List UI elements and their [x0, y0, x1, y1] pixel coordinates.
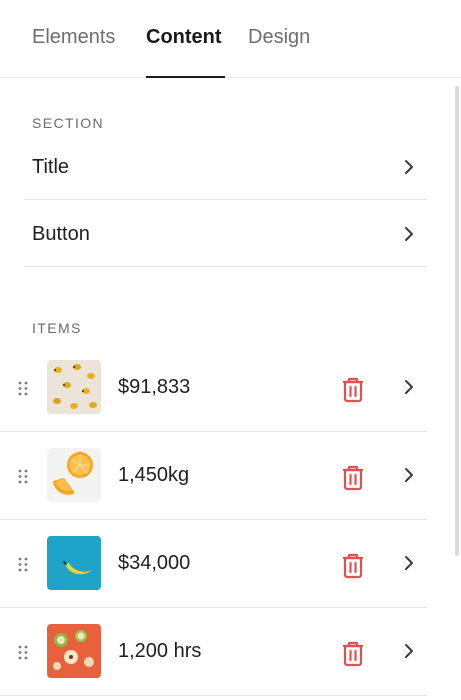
section-row-label: Button — [32, 223, 90, 245]
item-row[interactable]: 1,450kg — [0, 432, 427, 520]
item-value: $34,000 — [118, 552, 191, 574]
trash-icon[interactable] — [341, 553, 365, 579]
chevron-right-icon — [405, 160, 413, 174]
item-row[interactable]: 1,200 hrs — [0, 608, 427, 696]
tab-content[interactable]: Content — [146, 26, 225, 78]
tab-design[interactable]: Design — [248, 26, 310, 78]
section-row-label: Title — [32, 156, 70, 178]
chevron-right-icon[interactable] — [401, 467, 417, 483]
orange-slices-image — [47, 448, 101, 502]
scrollbar[interactable] — [455, 86, 459, 556]
section-heading: SECTION — [32, 115, 105, 131]
item-row[interactable]: $34,000 — [0, 520, 427, 608]
chevron-right-icon — [405, 227, 413, 241]
trash-icon[interactable] — [341, 465, 365, 491]
drag-handle-icon[interactable] — [18, 645, 28, 660]
drag-handle-icon[interactable] — [18, 557, 28, 572]
drag-handle-icon[interactable] — [18, 381, 28, 396]
apple-pieces-image — [47, 624, 101, 678]
tab-bar: Elements Content Design — [0, 0, 461, 78]
item-row[interactable]: $91,833 — [0, 344, 427, 432]
tab-elements[interactable]: Elements — [32, 26, 115, 78]
item-value: 1,200 hrs — [118, 640, 202, 662]
lemons-image — [47, 360, 101, 414]
chevron-right-icon[interactable] — [401, 555, 417, 571]
section-row-button[interactable]: Button — [24, 201, 427, 267]
item-value: $91,833 — [118, 376, 191, 398]
item-value: 1,450kg — [118, 464, 190, 486]
trash-icon[interactable] — [341, 377, 365, 403]
chevron-right-icon[interactable] — [401, 379, 417, 395]
drag-handle-icon[interactable] — [18, 469, 28, 484]
items-heading: ITEMS — [32, 320, 82, 336]
section-row-title[interactable]: Title — [24, 134, 427, 200]
trash-icon[interactable] — [341, 641, 365, 667]
banana-image — [47, 536, 101, 590]
chevron-right-icon[interactable] — [401, 643, 417, 659]
